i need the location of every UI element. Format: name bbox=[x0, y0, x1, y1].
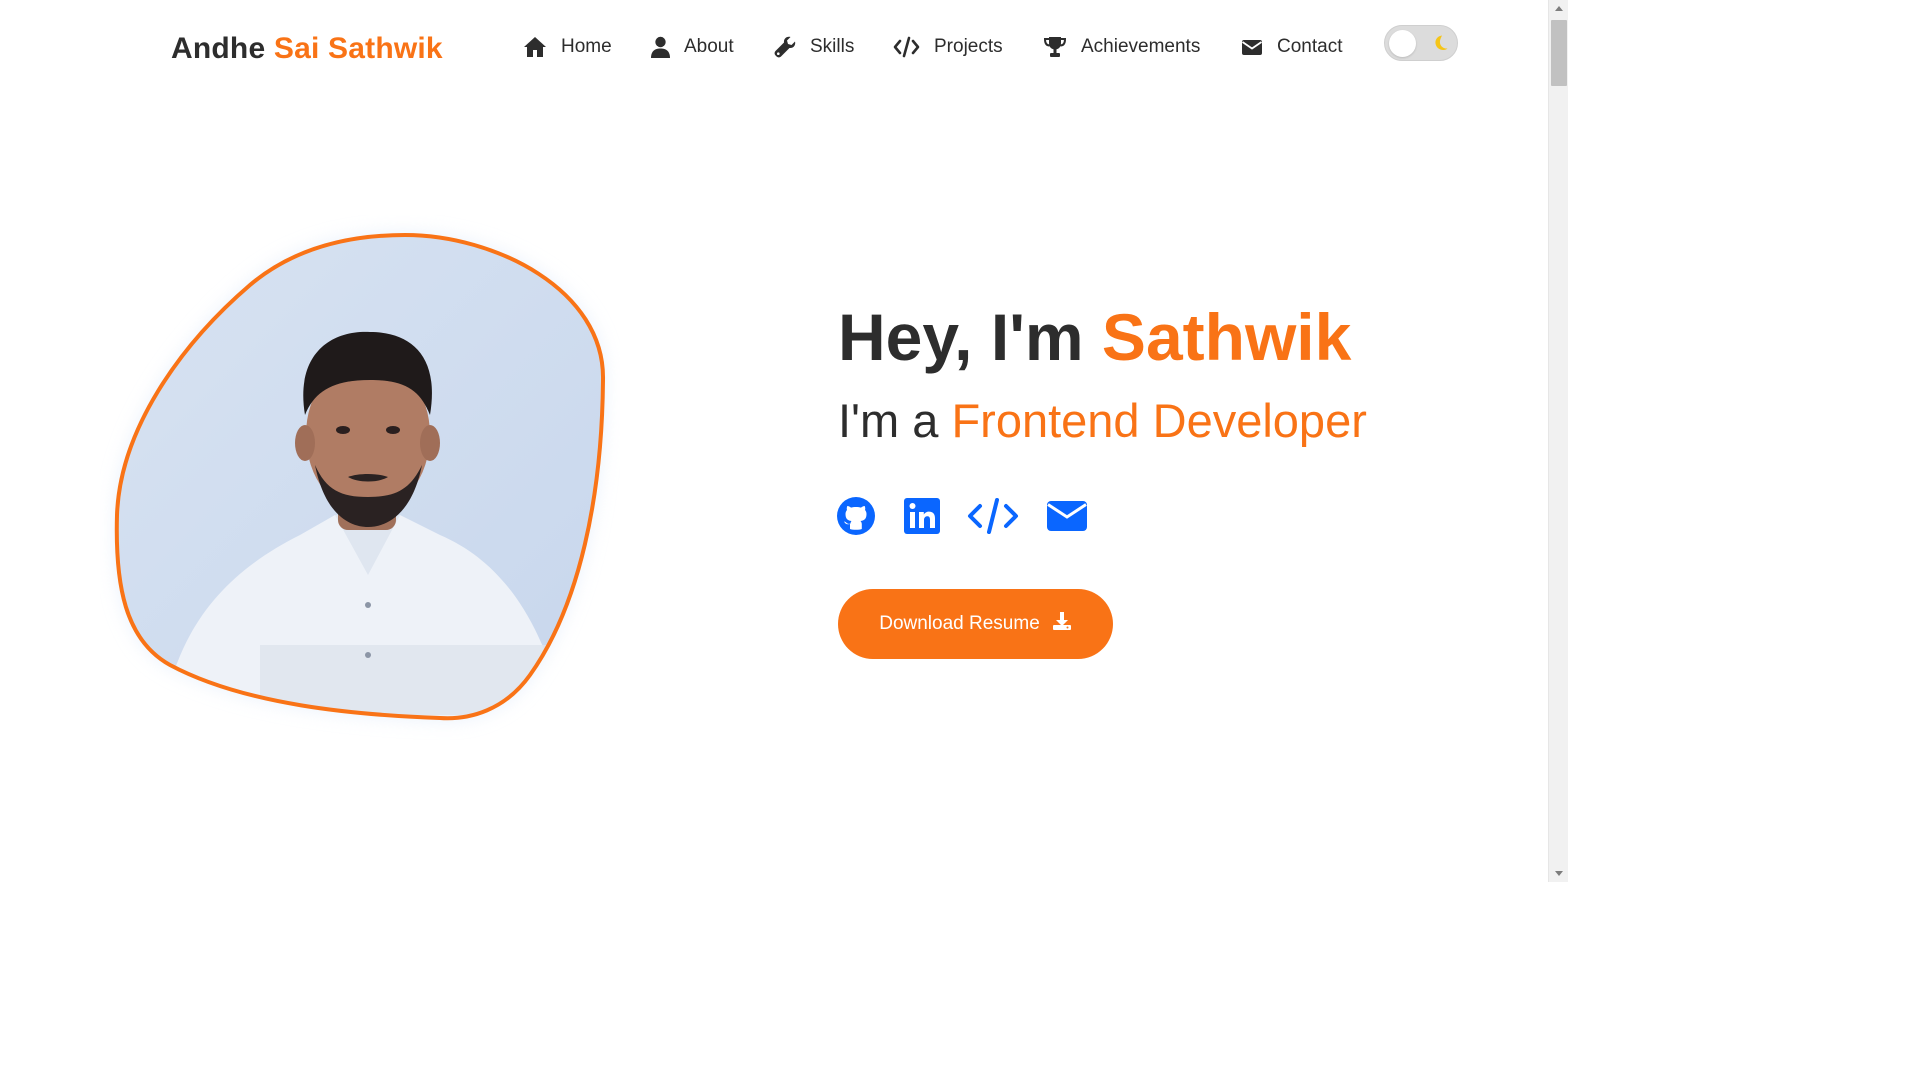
nav-item-projects[interactable]: Projects bbox=[893, 36, 1003, 58]
profile-photo bbox=[100, 215, 620, 740]
scroll-up-arrow-icon[interactable] bbox=[1555, 6, 1563, 11]
greeting-name: Sathwik bbox=[1101, 300, 1352, 374]
trophy-icon bbox=[1043, 36, 1067, 58]
role-title: Frontend Developer bbox=[951, 394, 1367, 447]
nav-label: Projects bbox=[934, 36, 1003, 57]
nav-item-about[interactable]: About bbox=[651, 36, 734, 58]
nav-item-skills[interactable]: Skills bbox=[774, 36, 854, 58]
github-icon bbox=[836, 496, 876, 536]
code-icon bbox=[893, 36, 920, 58]
moon-icon bbox=[1431, 34, 1449, 57]
hero-text: Hey, I'm Sathwik I'm a Frontend Develope… bbox=[838, 300, 1367, 448]
page-scrollbar[interactable] bbox=[1548, 0, 1568, 882]
scrollbar-thumb[interactable] bbox=[1551, 20, 1567, 86]
download-resume-label: Download Resume bbox=[879, 613, 1040, 634]
nav-label: Contact bbox=[1277, 36, 1343, 57]
nav-label: Achievements bbox=[1081, 36, 1201, 57]
nav-item-achievements[interactable]: Achievements bbox=[1043, 36, 1200, 58]
toggle-knob bbox=[1389, 30, 1416, 57]
social-link-github[interactable] bbox=[836, 496, 876, 536]
nav-label: About bbox=[684, 36, 734, 57]
envelope-icon bbox=[1046, 496, 1088, 532]
site-header: Andhe Sai Sathwik Home About Skills Proj… bbox=[0, 0, 1548, 100]
download-resume-button[interactable]: Download Resume bbox=[838, 589, 1113, 659]
nav-item-home[interactable]: Home bbox=[523, 36, 612, 58]
social-link-email[interactable] bbox=[1046, 496, 1088, 532]
scroll-down-arrow-icon[interactable] bbox=[1555, 871, 1563, 876]
site-logo[interactable]: Andhe Sai Sathwik bbox=[171, 32, 443, 66]
logo-last-name: Sai Sathwik bbox=[273, 32, 443, 65]
user-icon bbox=[651, 36, 670, 58]
download-icon bbox=[1052, 611, 1072, 637]
code-icon bbox=[967, 496, 1019, 536]
logo-first-name: Andhe bbox=[171, 32, 266, 65]
hero-role: I'm a Frontend Developer bbox=[838, 394, 1367, 448]
theme-toggle[interactable] bbox=[1384, 25, 1458, 61]
nav-label: Home bbox=[561, 36, 612, 57]
nav-label: Skills bbox=[810, 36, 855, 57]
linkedin-icon bbox=[904, 496, 940, 534]
hero-greeting: Hey, I'm Sathwik bbox=[838, 300, 1367, 374]
role-prefix: I'm a bbox=[838, 394, 939, 447]
wrench-icon bbox=[774, 36, 796, 58]
envelope-icon bbox=[1241, 38, 1263, 56]
social-link-code[interactable] bbox=[967, 496, 1019, 536]
nav-item-contact[interactable]: Contact bbox=[1241, 36, 1342, 58]
social-link-linkedin[interactable] bbox=[904, 496, 940, 534]
home-icon bbox=[523, 36, 547, 58]
greeting-prefix: Hey, I'm bbox=[838, 300, 1084, 374]
